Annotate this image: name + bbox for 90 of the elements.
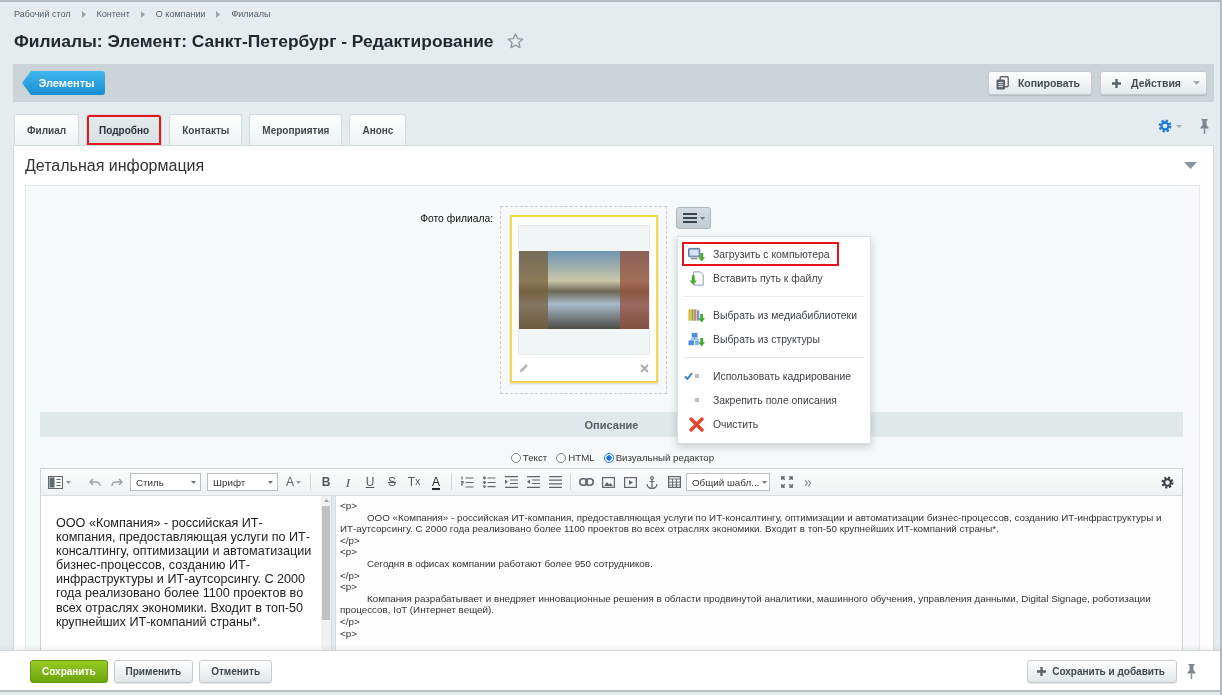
- file-download-icon: [688, 270, 705, 286]
- scrollbar-thumb[interactable]: [322, 506, 330, 620]
- pin-icon[interactable]: [1200, 118, 1209, 134]
- link-icon[interactable]: [578, 478, 594, 486]
- menu-button[interactable]: [676, 207, 711, 229]
- radio-option[interactable]: HTML: [556, 452, 595, 463]
- caret-down-icon: [65, 480, 71, 484]
- caret-down-icon: [268, 480, 273, 484]
- page-title: Филиалы: Элемент: Санкт-Петербург - Редактирование: [14, 30, 494, 52]
- panel-icon: [47, 475, 63, 489]
- code-line: Компания разрабатывает и внедряет инновационные решения в области продвинутой аналитики, машинного обучения, управления данными, Digital Signage, роботизации: [366, 592, 1152, 605]
- tab[interactable]: Мероприятия: [249, 114, 343, 145]
- copy-button[interactable]: Копировать: [987, 71, 1093, 95]
- code-line: ООО «Компания» - российская ИТ-компания, предоставляющая услуги по ИТ-консалтингу, оптимизации и автоматизации бизнес-процессов, созданию ИТ-инфраструктуры и: [366, 511, 1163, 524]
- caret-down-icon: [699, 216, 705, 220]
- settings-icon[interactable]: [1160, 475, 1174, 489]
- radio-option[interactable]: Визуальный редактор: [603, 452, 715, 463]
- code-line: <p>: [340, 627, 358, 640]
- pin-icon[interactable]: [1187, 664, 1196, 679]
- italic-button[interactable]: I: [337, 472, 359, 492]
- numbered-list-icon[interactable]: [460, 476, 474, 488]
- code-line: </p>: [340, 534, 361, 547]
- code-line: </p>: [340, 615, 361, 628]
- breadcrumb-link[interactable]: Филиалы: [231, 9, 271, 19]
- tab[interactable]: Анонс: [349, 114, 407, 145]
- menu-item[interactable]: Использовать кадрирование: [682, 364, 860, 388]
- strikethrough-button[interactable]: S: [381, 472, 403, 492]
- caret-down-icon: [191, 480, 196, 484]
- computer-download-icon: [688, 246, 705, 262]
- star-icon[interactable]: [506, 33, 524, 49]
- section-heading: Описание: [584, 418, 639, 431]
- code-line: процессов, IoT (Интернет вещей).: [340, 604, 495, 616]
- breadcrumb-link[interactable]: Контент: [96, 9, 130, 19]
- tab[interactable]: Подробно: [86, 114, 163, 145]
- check-icon: [684, 372, 693, 380]
- video-icon[interactable]: [623, 476, 637, 488]
- apply-button[interactable]: Применить: [113, 660, 194, 683]
- code-line: <p>: [340, 581, 358, 593]
- outdent-icon[interactable]: [526, 476, 540, 488]
- plus-icon: [1112, 78, 1122, 88]
- copy-icon: [995, 76, 1009, 90]
- section-title: Детальная информация: [25, 156, 205, 175]
- caret-down-icon: [1193, 81, 1200, 85]
- save-and-add-button[interactable]: Сохранить и добавить: [1027, 660, 1177, 683]
- cross-icon: [689, 416, 704, 432]
- tab[interactable]: Филиал: [14, 114, 80, 145]
- justify-icon[interactable]: [548, 476, 562, 488]
- breadcrumb-link[interactable]: Рабочий стол: [14, 9, 71, 19]
- plus-icon: [1037, 667, 1047, 676]
- code-line: Сегодня в офисах компании работают более 950 сотрудников.: [366, 557, 654, 570]
- bold-button[interactable]: B: [315, 472, 337, 492]
- chevron-right-icon: [140, 10, 145, 18]
- menu-item[interactable]: Выбрать из медиабиблиотеки: [682, 303, 866, 327]
- field-label: Фото филиала:: [419, 212, 494, 226]
- preview-text: ООО «Компания» - российская ИТ-компания, предоставляющая услуги по ИТ-консалтингу, оптимизации и автоматизации бизнес-процессов, созданию ИТ-инфраструктуры и ИТ-аутсорсингу. С 2000 года реализовано более 1100 проектов во всех отраслях экономики. Входит в топ-50 крупнейших ИТ-компаний страны*.: [55, 515, 313, 631]
- image-icon[interactable]: [601, 476, 615, 488]
- style-select[interactable]: Стиль: [130, 473, 201, 491]
- chevron-right-icon: [81, 10, 86, 18]
- books-icon: [688, 307, 705, 323]
- menu-item[interactable]: Выбрать из структуры: [682, 327, 829, 351]
- cancel-button[interactable]: Отменить: [199, 660, 273, 683]
- more-button[interactable]: »: [798, 472, 818, 492]
- collapse-triangle-icon[interactable]: [1184, 162, 1197, 169]
- code-line: ИТ-аутсорсингу. С 2000 года реализовано более 1100 проектов во всех отраслях экономики. Входит в топ-50 крупнейших ИТ-компаний страны*.: [340, 523, 1000, 535]
- fullscreen-icon[interactable]: [781, 476, 793, 488]
- menu-item[interactable]: Закрепить поле описания: [682, 388, 846, 412]
- template-select[interactable]: Общий шабл...: [686, 473, 770, 491]
- actions-button[interactable]: Действия: [1100, 71, 1207, 95]
- radio-option[interactable]: Текст: [510, 452, 548, 463]
- font-select[interactable]: Шрифт: [207, 473, 278, 491]
- menu-item[interactable]: Очистить: [682, 412, 768, 436]
- caret-down-icon: [296, 480, 301, 484]
- font-color-button[interactable]: A: [425, 472, 447, 492]
- tab[interactable]: Контакты: [169, 114, 243, 145]
- underline-button[interactable]: U: [359, 472, 381, 492]
- code-line: <p>: [340, 500, 358, 512]
- table-icon[interactable]: [667, 476, 681, 488]
- code-line: <p>: [340, 546, 358, 558]
- breadcrumb-link[interactable]: О компании: [155, 9, 206, 19]
- bulleted-list-icon[interactable]: [482, 476, 496, 488]
- hierarchy-icon: [688, 331, 705, 347]
- menu-icon: [682, 213, 697, 223]
- font-size-button[interactable]: A: [281, 472, 306, 492]
- code-line: </p>: [340, 569, 361, 582]
- menu-item[interactable]: Вставить путь к файлу: [682, 266, 832, 290]
- anchor-icon[interactable]: [646, 475, 658, 489]
- menu-item[interactable]: Загрузить с компьютера: [682, 242, 839, 266]
- indent-icon[interactable]: [504, 476, 518, 488]
- chevron-right-icon: [216, 10, 221, 18]
- caret-down-icon: [762, 480, 768, 484]
